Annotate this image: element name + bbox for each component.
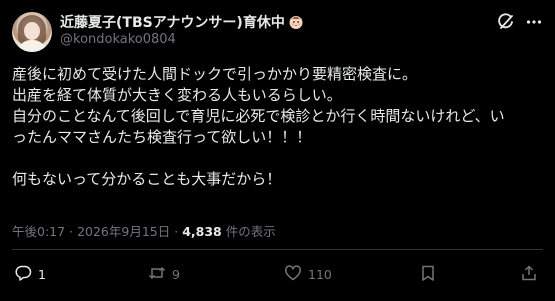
- baby-face-emoji-icon: [288, 14, 304, 30]
- reply-button[interactable]: 1: [14, 262, 46, 286]
- author-handle[interactable]: @kondokako0804: [60, 32, 176, 47]
- avatar-face: [24, 22, 40, 40]
- post-text-line: 産後に初めて受けた人間ドックで引っかかり要精密検査に。: [12, 65, 418, 83]
- display-name[interactable]: 近藤夏子(TBSアナウンサー)育休中: [60, 12, 285, 32]
- bookmark-button[interactable]: [419, 262, 437, 286]
- reply-icon: [14, 264, 32, 285]
- avatar[interactable]: [12, 12, 52, 52]
- bookmark-icon: [419, 264, 437, 285]
- share-icon: [520, 264, 538, 285]
- like-count: 110: [308, 266, 332, 282]
- post-text: 産後に初めて受けた人間ドックで引っかかり要精密検査に。 出産を経て体質が大きく変…: [12, 64, 543, 190]
- repost-button[interactable]: 9: [148, 262, 180, 286]
- author-name-row: 近藤夏子(TBSアナウンサー)育休中: [60, 12, 304, 32]
- post-meta: 午後0:17 · 2026年9月15日 · 4,838 件の表示: [12, 221, 276, 240]
- divider: [12, 249, 543, 250]
- post-card: 近藤夏子(TBSアナウンサー)育休中 @kondokako0804 産後に初めて…: [0, 0, 555, 301]
- meta-separator: ·: [69, 224, 74, 239]
- reply-count: 1: [38, 266, 46, 282]
- post-text-line: 自分のことなんて後回しで育児に必死で検診とか行く時間ないけれど、い: [12, 107, 505, 125]
- action-bar: 1 9 110: [12, 262, 543, 286]
- like-icon: [284, 264, 302, 285]
- more-icon[interactable]: [525, 13, 543, 31]
- meta-separator: ·: [174, 224, 179, 239]
- views-count: 4,838: [182, 224, 222, 239]
- post-date[interactable]: 2026年9月15日: [77, 221, 170, 240]
- share-button[interactable]: [520, 262, 538, 286]
- like-button[interactable]: 110: [284, 262, 332, 286]
- views-label: 件の表示: [225, 224, 276, 239]
- post-text-line: 出産を経て体質が大きく変わる人もいるらしい。: [12, 86, 342, 104]
- post-time[interactable]: 午後0:17: [12, 221, 65, 240]
- repost-icon: [148, 264, 166, 285]
- post-text-line: [12, 148, 543, 169]
- repost-count: 9: [172, 266, 180, 282]
- grok-icon[interactable]: [497, 13, 515, 31]
- post-text-line: ったんママさんたち検査行って欲しい！！！: [12, 128, 312, 146]
- post-text-line: 何もないって分かることも大事だから！: [12, 170, 282, 188]
